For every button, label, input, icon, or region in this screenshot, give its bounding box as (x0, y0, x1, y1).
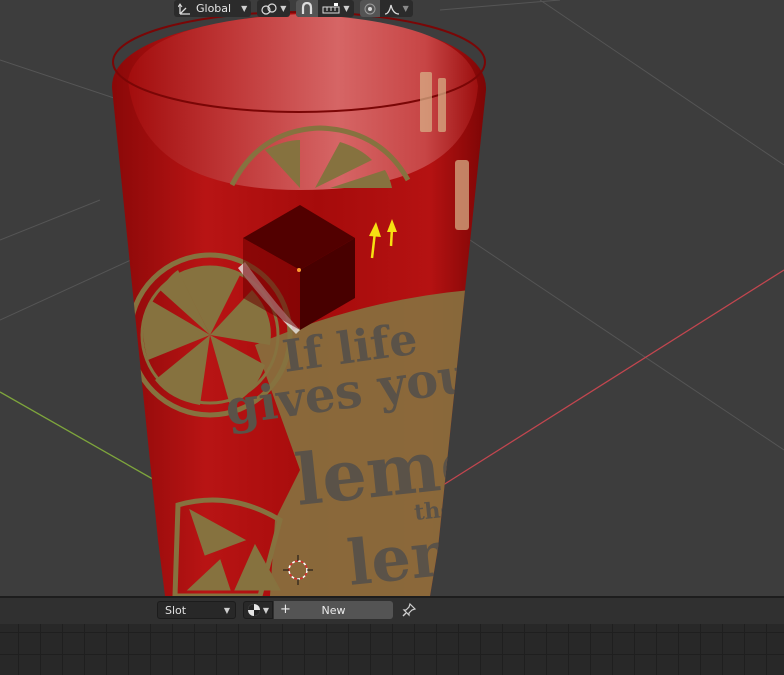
chevron-down-icon: ▼ (262, 605, 270, 615)
snap-increment-icon (322, 2, 340, 13)
viewport-header-tools: Global ▼ ▼ ▼ ▼ (174, 0, 419, 17)
material-toolbar: Slot ▼ ▼ + New (0, 598, 784, 624)
chevron-down-icon: ▼ (280, 4, 287, 13)
print-line-5: lem (344, 514, 480, 596)
snap-target-dropdown[interactable]: ▼ (318, 0, 353, 17)
snapping-controls: ▼ (296, 0, 354, 17)
proportional-editing-controls: ▼ (359, 0, 413, 17)
3d-viewport[interactable]: If life gives you lemo the lem Global ▼ … (0, 0, 784, 596)
orientation-label: Global (196, 2, 232, 15)
transform-orientation-dropdown[interactable]: Global ▼ (174, 0, 252, 17)
new-material-button[interactable]: + New (274, 601, 393, 619)
pin-icon[interactable] (401, 602, 417, 618)
proportional-editing-icon (364, 3, 376, 14)
slot-label: Slot (165, 603, 187, 617)
chevron-down-icon: ▼ (223, 605, 230, 615)
chevron-down-icon: ▼ (343, 4, 350, 13)
slot-dropdown[interactable]: Slot ▼ (157, 601, 236, 619)
viewport-scene[interactable]: If life gives you lemo the lem (0, 0, 784, 596)
plus-icon: + (280, 602, 291, 617)
falloff-curve-icon (384, 4, 399, 15)
y-axis-line (0, 391, 159, 483)
snap-magnet-icon (302, 2, 313, 14)
chevron-down-icon: ▼ (241, 4, 248, 13)
transform-orientation-icon (174, 0, 196, 17)
chevron-down-icon: ▼ (402, 4, 409, 13)
new-material-label: New (321, 603, 346, 617)
snap-toggle-button[interactable] (296, 0, 319, 17)
browse-material-button[interactable]: ▼ (243, 601, 273, 619)
node-editor-canvas[interactable] (0, 624, 784, 675)
pivot-point-dropdown[interactable]: ▼ (257, 0, 291, 17)
material-sphere-icon (247, 604, 260, 616)
proportional-editing-toggle[interactable] (359, 0, 380, 17)
x-axis-line (439, 269, 784, 488)
pivot-point-icon: ▼ (257, 0, 290, 17)
falloff-dropdown[interactable]: ▼ (380, 0, 413, 17)
